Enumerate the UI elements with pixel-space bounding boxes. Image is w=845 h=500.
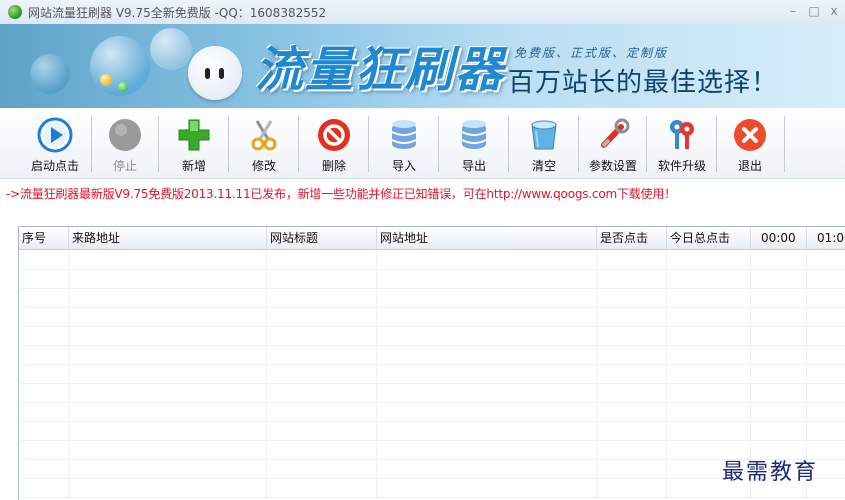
clear-button[interactable]: 清空	[516, 114, 572, 174]
upgrade-button[interactable]: 软件升级	[652, 114, 712, 174]
toolbar-separator	[368, 116, 369, 172]
database-export-icon	[455, 116, 493, 154]
column-header[interactable]: 来路地址	[69, 227, 267, 249]
toolbar: 启动点击 停止 新增 修改 删除 导入 导出 清空 参数设置 软件升级 退出	[0, 108, 845, 179]
keys-icon	[663, 116, 701, 154]
minimize-button[interactable]: –	[785, 3, 801, 19]
table-row[interactable]	[19, 307, 845, 327]
stop-icon	[106, 116, 144, 154]
table-row[interactable]	[19, 364, 845, 384]
import-label: 导入	[391, 159, 416, 173]
close-button[interactable]: x	[826, 3, 842, 19]
table-row[interactable]	[19, 345, 845, 365]
toolbar-separator	[646, 116, 647, 172]
logo-title: 流量狂刷器	[255, 42, 506, 98]
toolbar-separator	[578, 116, 579, 172]
play-icon	[36, 116, 74, 154]
app-icon	[8, 5, 22, 19]
column-header[interactable]: 网站地址	[377, 227, 597, 249]
table-row[interactable]	[19, 288, 845, 308]
upgrade-label: 软件升级	[657, 159, 706, 173]
delete-label: 删除	[321, 159, 346, 173]
maximize-button[interactable]: □	[806, 3, 822, 19]
toolbar-separator	[91, 116, 92, 172]
title-bar: 网站流量狂刷器 V9.75全新免费版 -QQ：1608382552 – □ x	[0, 0, 845, 25]
banner: 流量狂刷器 免费版、正式版、定制版 百万站长的最佳选择！	[0, 24, 845, 108]
toolbar-separator	[228, 116, 229, 172]
notice-text: ->流量狂刷器最新版V9.75免费版2013.11.11已发布，新增一些功能并修…	[6, 187, 676, 201]
exit-label: 退出	[737, 159, 762, 173]
slogan: 百万站长的最佳选择！	[508, 68, 779, 98]
stop-button[interactable]: 停止	[97, 114, 153, 174]
table-row[interactable]	[19, 326, 845, 346]
stop-label: 停止	[112, 159, 137, 173]
banner-bubble	[150, 28, 192, 70]
wrench-icon	[594, 116, 632, 154]
table-row[interactable]	[19, 402, 845, 422]
bucket-icon	[525, 116, 563, 154]
plus-icon	[175, 116, 213, 154]
banner-bubble	[30, 54, 70, 94]
table-row[interactable]	[19, 421, 845, 441]
delete-icon	[315, 116, 353, 154]
logo-subtitle: 免费版、正式版、定制版	[514, 46, 669, 60]
table-header: 序号 来路地址 网站标题 网站地址 是否点击 今日总点击 00:00 01:00	[19, 227, 845, 250]
column-header[interactable]: 01:00	[807, 227, 845, 249]
toolbar-separator	[438, 116, 439, 172]
window-title: 网站流量狂刷器 V9.75全新免费版 -QQ：1608382552	[28, 6, 327, 20]
toolbar-separator	[158, 116, 159, 172]
exit-button[interactable]: 退出	[722, 114, 778, 174]
add-label: 新增	[181, 159, 206, 173]
clear-label: 清空	[531, 159, 556, 173]
delete-button[interactable]: 删除	[306, 114, 362, 174]
mascot-icon	[188, 46, 242, 100]
start-click-label: 启动点击	[30, 159, 79, 173]
toolbar-separator	[298, 116, 299, 172]
toolbar-separator	[716, 116, 717, 172]
table-row[interactable]	[19, 250, 845, 270]
banner-bubble	[100, 74, 112, 86]
database-import-icon	[385, 116, 423, 154]
import-button[interactable]: 导入	[376, 114, 432, 174]
data-table[interactable]: 序号 来路地址 网站标题 网站地址 是否点击 今日总点击 00:00 01:00	[18, 226, 845, 500]
export-button[interactable]: 导出	[446, 114, 502, 174]
export-label: 导出	[461, 159, 486, 173]
column-header[interactable]: 序号	[19, 227, 69, 249]
column-header[interactable]: 是否点击	[597, 227, 667, 249]
toolbar-separator	[508, 116, 509, 172]
table-row[interactable]	[19, 383, 845, 403]
settings-button[interactable]: 参数设置	[584, 114, 642, 174]
column-header[interactable]: 网站标题	[267, 227, 377, 249]
banner-bubble	[118, 82, 128, 92]
column-header[interactable]: 00:00	[751, 227, 807, 249]
edit-label: 修改	[251, 159, 276, 173]
watermark-text: 最需教育	[722, 460, 819, 485]
scissors-icon	[245, 116, 283, 154]
add-button[interactable]: 新增	[166, 114, 222, 174]
settings-label: 参数设置	[588, 159, 637, 173]
toolbar-separator	[784, 116, 785, 172]
table-row[interactable]	[19, 269, 845, 289]
column-header[interactable]: 今日总点击	[667, 227, 751, 249]
edit-button[interactable]: 修改	[236, 114, 292, 174]
exit-icon	[731, 116, 769, 154]
start-click-button[interactable]: 启动点击	[22, 114, 88, 174]
